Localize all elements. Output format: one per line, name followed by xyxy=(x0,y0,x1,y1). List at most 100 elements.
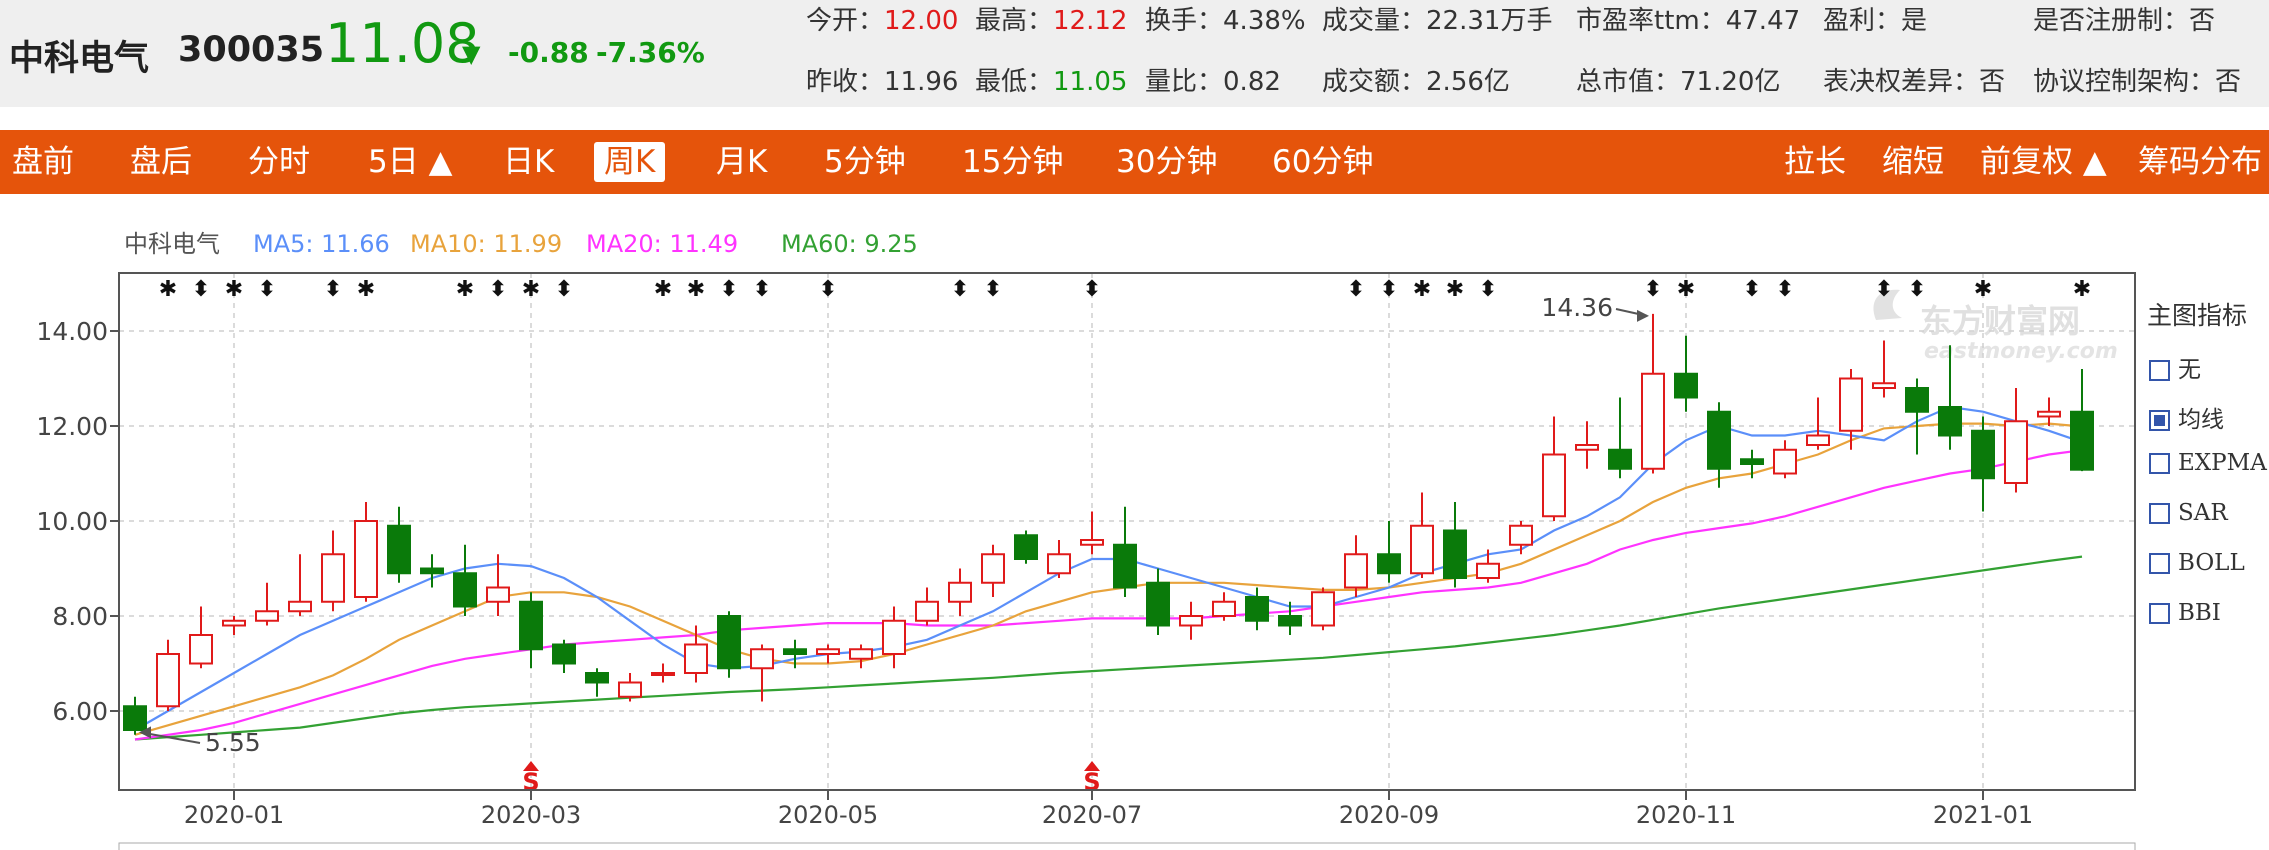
signal-marker-icon: ✱ xyxy=(654,277,672,302)
signal-marker-icon: ⬍ xyxy=(324,277,342,302)
checkbox-icon[interactable] xyxy=(2149,553,2170,574)
checkbox-icon[interactable] xyxy=(2149,360,2170,381)
candle xyxy=(1542,416,1566,521)
candle xyxy=(1872,340,1896,398)
indicator-option-4[interactable]: BOLL xyxy=(2149,550,2245,576)
signal-marker-icon: ✱ xyxy=(1974,277,1992,302)
indicator-option-0[interactable]: 无 xyxy=(2149,350,2201,384)
signal-marker-icon: ⬍ xyxy=(951,277,969,302)
candle xyxy=(816,644,840,664)
candle xyxy=(1377,521,1401,583)
signal-marker-icon: ⬍ xyxy=(1776,277,1794,302)
signal-marker-icon: ✱ xyxy=(1446,277,1464,302)
chart-grid xyxy=(119,273,2135,790)
checkbox-icon[interactable] xyxy=(2149,453,2170,474)
signal-marker-icon: ⬍ xyxy=(489,277,507,302)
signal-marker-icon: ⬍ xyxy=(753,277,771,302)
candle xyxy=(1707,402,1731,488)
checkbox-icon[interactable] xyxy=(2149,410,2170,431)
indicator-option-5[interactable]: BBI xyxy=(2149,600,2221,626)
candle xyxy=(1146,568,1170,635)
candle-body xyxy=(783,648,807,655)
legend-item: MA5: 11.66 xyxy=(253,230,390,258)
candle-body xyxy=(1509,524,1533,546)
candle-body xyxy=(1344,553,1368,589)
signal-marker-icon: ⬍ xyxy=(192,277,210,302)
y-tick-label: 12.00 xyxy=(36,412,108,441)
candle-body xyxy=(519,600,543,651)
candle xyxy=(1047,540,1071,578)
checkbox-icon[interactable] xyxy=(2149,603,2170,624)
x-tick-label: 2020-11 xyxy=(1636,801,1736,829)
annotation-arrow-icon xyxy=(1637,309,1649,322)
candle-body xyxy=(1641,372,1665,470)
candle-body xyxy=(981,553,1005,584)
candle xyxy=(1410,492,1434,578)
candle xyxy=(255,582,279,626)
candle-body xyxy=(849,648,873,660)
indicator-option-3[interactable]: SAR xyxy=(2149,500,2228,526)
signal-marker-icon: ⬍ xyxy=(1743,277,1761,302)
candle xyxy=(321,530,345,612)
indicator-option-label: 无 xyxy=(2178,357,2201,383)
candle xyxy=(2004,388,2028,493)
watermark-cn: 东方财富网 xyxy=(1920,302,2080,340)
candle-body xyxy=(948,581,972,603)
indicator-option-2[interactable]: EXPMA xyxy=(2149,450,2267,476)
candle-body xyxy=(1047,553,1071,575)
candle xyxy=(1773,440,1797,479)
candle xyxy=(2037,397,2061,426)
candle-body xyxy=(1080,539,1104,546)
legend-item: MA60: 9.25 xyxy=(781,230,918,258)
signal-marker-icon: ⬍ xyxy=(1908,277,1926,302)
candle-body xyxy=(1212,600,1236,617)
indicator-option-label: 均线 xyxy=(2178,407,2224,433)
candle-body xyxy=(189,634,213,665)
candle-body xyxy=(420,567,444,575)
candle xyxy=(1443,502,1467,588)
x-tick-label: 2021-01 xyxy=(1933,801,2033,829)
candle-body xyxy=(222,619,246,627)
candle xyxy=(519,592,543,669)
indicator-option-1[interactable]: 均线 xyxy=(2149,400,2224,434)
signal-marker-icon: ⬍ xyxy=(555,277,573,302)
y-tick-label: 6.00 xyxy=(52,697,108,726)
legend-name: 中科电气 xyxy=(124,230,220,258)
watermark-en: eastmoney.com xyxy=(1924,339,2118,364)
candle-body xyxy=(156,653,180,708)
annotation-low: 5.55 xyxy=(205,728,261,757)
candle xyxy=(453,544,477,616)
indicator-option-label: BBI xyxy=(2178,600,2221,626)
candle-body xyxy=(915,600,939,622)
candle xyxy=(222,616,246,635)
candle-body xyxy=(321,553,345,603)
candle-body xyxy=(1740,458,1764,465)
candle-body xyxy=(453,572,477,608)
candle-body xyxy=(1278,615,1302,627)
signal-marker-icon: ✱ xyxy=(687,277,705,302)
candle xyxy=(1509,521,1533,555)
candle-body xyxy=(1179,615,1203,627)
chart-legend: 中科电气 MA5: 11.66 MA10: 11.99 MA20: 11.49 MA60… xyxy=(124,230,918,258)
candle-body xyxy=(1443,529,1467,579)
x-tick-label: 2020-03 xyxy=(481,801,581,829)
candle xyxy=(717,611,741,678)
checkbox-icon[interactable] xyxy=(2149,503,2170,524)
candle xyxy=(1080,511,1104,555)
signal-marker-icon: ⬍ xyxy=(1380,277,1398,302)
candle-body xyxy=(1575,444,1599,451)
candle-body xyxy=(288,600,312,613)
kline-chart[interactable]: 中科电气 MA5: 11.66 MA10: 11.99 MA20: 11.49 MA60… xyxy=(0,0,2269,850)
candle-body xyxy=(816,648,840,655)
candle-body xyxy=(1014,534,1038,560)
signal-marker-icon: ⬍ xyxy=(720,277,738,302)
y-axis: 6.00 8.00 10.00 12.00 14.00 xyxy=(36,317,119,726)
signal-marker-icon: ✱ xyxy=(522,277,540,302)
candle-body xyxy=(1707,410,1731,470)
candle-body xyxy=(1773,448,1797,475)
candle xyxy=(288,554,312,616)
signal-marker-icon: ⬍ xyxy=(1347,277,1365,302)
candle-body xyxy=(585,672,609,684)
x-tick-label: 2020-01 xyxy=(184,801,284,829)
candle-body xyxy=(1674,372,1698,399)
